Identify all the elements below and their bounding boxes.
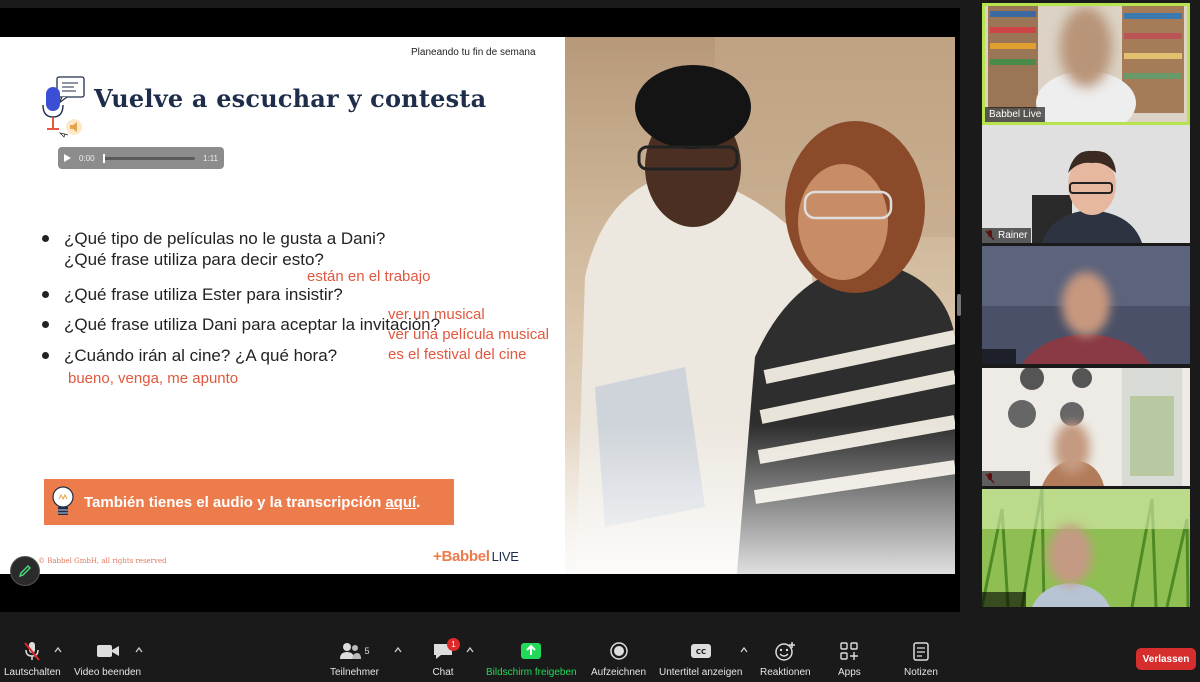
stop-video-button[interactable]: Video beenden [74,640,141,678]
question-item: ¿Qué frase utiliza Ester para insistir? [42,284,462,305]
participant-name: Rainer [982,228,1032,243]
audio-current-time: 0:00 [79,153,95,163]
participants-label: Teilnehmer [330,667,379,678]
participant-video [982,368,1190,486]
annotate-button[interactable] [10,556,40,586]
notes-icon [912,640,930,662]
leave-meeting-button[interactable]: Verlassen [1136,648,1196,670]
notes-button[interactable]: Notizen [904,640,938,678]
share-screen-button[interactable]: Bildschirm freigeben [486,640,577,678]
pencil-icon [18,565,31,578]
slide-photo [565,37,955,574]
participant-name [982,592,1026,607]
question-item: ¿Qué tipo de películas no le gusta a Dan… [42,228,462,270]
question-line: ¿Qué tipo de películas no le gusta a Dan… [64,229,386,248]
captions-label: Untertitel anzeigen [659,667,743,678]
participant-video [982,125,1190,243]
share-screen-icon [520,640,542,662]
participants-button[interactable]: 5 Teilnehmer [330,640,379,678]
handwritten-annotation: bueno, venga, me apunto [68,370,239,387]
record-icon [609,640,629,662]
mic-off-icon [21,640,43,662]
audio-player[interactable]: 0:00 1:11 [58,147,224,169]
svg-text:CC: CC [696,648,706,656]
play-icon[interactable] [64,154,71,162]
chevron-up-icon[interactable] [54,646,62,654]
audio-progress-bar[interactable] [102,153,196,163]
captions-button[interactable]: CC Untertitel anzeigen [659,640,742,678]
shared-screen: Planeando tu fin de semana Vuelve a escu… [0,0,960,612]
transcript-link[interactable]: aquí [385,494,416,511]
question-line: ¿Qué frase utiliza Ester para insistir? [64,285,343,304]
banner-text: También tienes el audio y la transcripci… [84,493,382,511]
participant-video [982,489,1190,607]
chevron-up-icon[interactable] [740,646,748,654]
participant-tile[interactable]: Rainer [982,125,1190,243]
chat-unread-badge: 1 [447,638,460,651]
panel-resize-handle[interactable] [957,294,961,316]
question-line: ¿Qué frase utiliza Dani para aceptar la … [64,315,441,334]
handwritten-annotation: están en el trabajo [307,268,431,285]
share-top-strip [0,0,960,8]
participant-tile[interactable] [982,489,1190,607]
record-label: Aufzeichnen [591,667,647,678]
audio-duration: 1:11 [203,153,218,163]
participant-tile[interactable] [982,246,1190,364]
bullet-icon [42,321,49,328]
question-line: ¿Cuándo irán al cine? ¿A qué hora? [64,346,338,365]
stop-video-label: Video beenden [74,667,142,678]
handwritten-annotation: es el festival del cine [388,346,527,363]
people-icon: 5 [339,640,369,662]
meeting-toolbar: Lautschalten Video beenden 5 Teilnehmer … [0,632,1200,682]
cc-icon: CC [690,640,712,662]
chevron-up-icon[interactable] [394,646,402,654]
slide-content: Planeando tu fin de semana Vuelve a escu… [0,37,566,574]
apps-label: Apps [838,667,861,678]
apps-button[interactable]: Apps [838,640,861,678]
record-button[interactable]: Aufzeichnen [591,640,646,678]
bullet-icon [42,352,49,359]
share-screen-label: Bildschirm freigeben [486,667,577,678]
slide-title: Vuelve a escuchar y contesta [94,84,487,113]
bullet-icon [42,291,49,298]
participant-name: Babbel Live [985,107,1046,122]
brand-suffix: LIVE [491,549,519,564]
lightbulb-icon [52,486,74,515]
chat-label: Chat [432,667,454,678]
banner-period: . [416,493,421,511]
audio-progress-knob[interactable] [102,153,105,163]
chevron-up-icon[interactable] [466,646,474,654]
reactions-label: Reaktionen [760,667,811,678]
bullet-icon [42,235,49,242]
participant-tile[interactable]: Babbel Live [982,3,1190,125]
unmute-label: Lautschalten [4,667,61,678]
microphone-icon [42,76,85,138]
handwritten-annotation: ver un musical [388,306,485,323]
slide-subtitle: Planeando tu fin de semana [411,47,536,58]
participant-tile[interactable] [982,368,1190,486]
participant-name [982,349,1016,364]
notes-label: Notizen [904,667,938,678]
participant-name [982,471,1030,486]
emoji-plus-icon [774,640,796,662]
unmute-button[interactable]: Lautschalten [4,640,61,678]
participant-video [982,246,1190,364]
reactions-button[interactable]: Reaktionen [760,640,811,678]
babbel-live-logo: +Babbel LIVE [433,548,519,565]
question-line: ¿Qué frase utiliza para decir esto? [64,250,324,269]
video-camera-icon [96,640,120,662]
participant-count: 5 [364,646,370,656]
transcript-banner: También tienes el audio y la transcripci… [44,479,454,525]
chat-bubble-icon: 1 [432,638,460,662]
copyright-notice: © Babbel GmbH, all rights reserved [38,557,167,565]
presentation-slide: Planeando tu fin de semana Vuelve a escu… [0,37,955,574]
chat-button[interactable]: 1 Chat [432,638,460,678]
chevron-up-icon[interactable] [135,646,143,654]
apps-icon [839,640,859,662]
brand-name: +Babbel [433,548,490,565]
handwritten-annotation: ver una película musical [388,326,549,343]
